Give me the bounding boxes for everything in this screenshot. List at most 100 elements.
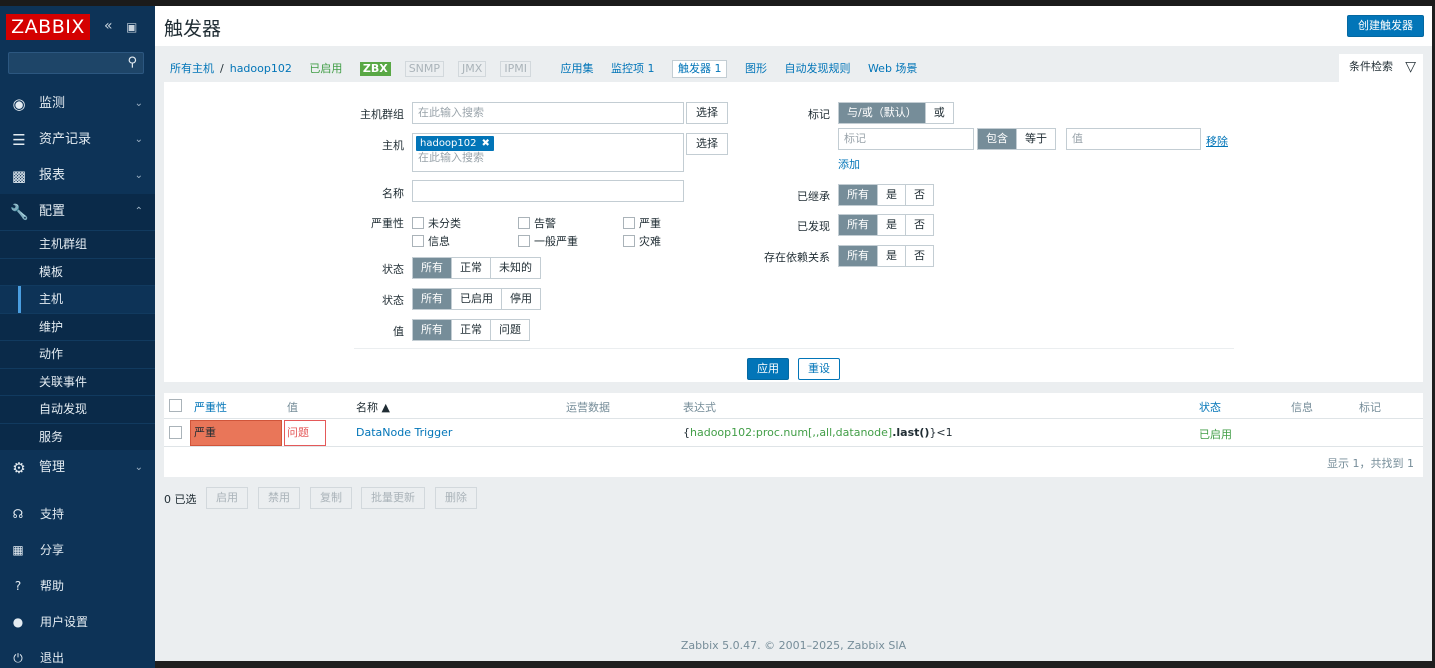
checkbox[interactable] [518,217,530,229]
menu-label: 分享 [40,543,65,557]
discovered-all[interactable]: 所有 [839,215,877,235]
breadcrumb-all-hosts[interactable]: 所有主机 [170,62,214,75]
checkbox[interactable] [412,217,424,229]
tag-op-equals[interactable]: 等于 [1016,129,1055,149]
state-unknown[interactable]: 未知的 [490,258,540,278]
depends-all[interactable]: 所有 [839,246,877,266]
remove-chip-icon[interactable]: ✖ [481,138,489,149]
menu-support[interactable]: ☊ 支持 [0,496,155,532]
nav-discovery-rules[interactable]: 自动发现规则 [784,62,850,75]
col-status[interactable]: 状态 [1199,399,1221,415]
tags-and-or[interactable]: 与/或（默认） [839,103,925,123]
gear-icon: ⚙ [12,459,26,477]
remove-tag-link[interactable]: 移除 [1206,133,1228,149]
nav-web-scenarios[interactable]: Web 场景 [868,62,917,75]
breadcrumb-host[interactable]: hadoop102 [230,62,292,75]
menu-configuration[interactable]: 🔧 配置 ⌃ [0,194,155,230]
menu-inventory[interactable]: ☰ 资产记录 ⌄ [0,122,155,158]
inherited-yes[interactable]: 是 [877,185,905,205]
state-normal[interactable]: 正常 [451,258,490,278]
submenu-actions[interactable]: 动作 [0,340,155,368]
apply-button[interactable]: 应用 [747,358,789,380]
menu-user-settings[interactable]: ● 用户设置 [0,604,155,640]
submenu-discovery[interactable]: 自动发现 [0,395,155,423]
row-checkbox[interactable] [169,426,182,439]
checkbox[interactable] [412,235,424,247]
discovered-yes[interactable]: 是 [877,215,905,235]
menu-help[interactable]: ? 帮助 [0,568,155,604]
delete-button[interactable]: 删除 [435,487,477,509]
depends-yes[interactable]: 是 [877,246,905,266]
submenu-hosts[interactable]: 主机 [0,285,155,313]
configuration-submenu: 主机群组 模板 主机 维护 动作 关联事件 自动发现 服务 [0,230,155,450]
tag-op-contains[interactable]: 包含 [978,129,1016,149]
status-enabled[interactable]: 已启用 [451,289,501,309]
severity-high[interactable]: 严重 [623,215,661,231]
select-all-checkbox[interactable] [169,399,182,412]
submenu-templates[interactable]: 模板 [0,257,155,286]
reset-button[interactable]: 重设 [798,358,840,380]
zabbix-logo[interactable]: ZABBIX [6,14,90,40]
disable-button[interactable]: 禁用 [258,487,300,509]
add-tag-link[interactable]: 添加 [838,156,860,172]
host-group-select-button[interactable]: 选择 [686,102,728,124]
inherited-all[interactable]: 所有 [839,185,877,205]
kiosk-mode-icon[interactable]: ▣ [126,20,137,34]
host-group-input[interactable]: 在此输入搜索 [412,102,684,124]
submenu-services[interactable]: 服务 [0,422,155,451]
discovered-no[interactable]: 否 [905,215,933,235]
depends-label: 存在依赖关系 [764,251,830,264]
nav-triggers[interactable]: 触发器 1 [671,60,728,78]
severity-information[interactable]: 信息 [412,233,450,249]
enable-button[interactable]: 启用 [206,487,248,509]
create-trigger-button[interactable]: 创建触发器 [1347,15,1424,37]
trigger-status-link[interactable]: 已启用 [1199,426,1232,442]
trigger-name-link[interactable]: DataNode Trigger [356,426,452,439]
checkbox[interactable] [518,235,530,247]
col-name[interactable]: 名称 ▲ [356,399,390,415]
checkbox[interactable] [623,235,635,247]
host-select-button[interactable]: 选择 [686,133,728,155]
filter-tab-label: 条件检索 [1349,60,1393,73]
value-problem[interactable]: 问题 [490,320,529,340]
filter-tab[interactable]: 条件检索 ▽ [1339,54,1423,82]
collapse-sidebar-icon[interactable]: « [104,18,113,34]
host-input[interactable]: hadoop102 ✖ 在此输入搜索 [412,133,684,172]
tag-name-input[interactable]: 标记 [838,128,974,150]
nav-applications[interactable]: 应用集 [560,62,593,75]
tags-or[interactable]: 或 [924,103,953,123]
depends-no[interactable]: 否 [905,246,933,266]
mass-update-button[interactable]: 批量更新 [361,487,425,509]
menu-sign-out[interactable]: ⏻ 退出 [0,640,155,668]
expr-item-link[interactable]: hadoop102:proc.num[,,all,datanode] [690,426,892,439]
state-all[interactable]: 所有 [413,258,451,278]
status-all[interactable]: 所有 [413,289,451,309]
sidebar-search-input[interactable]: ⚲ [8,52,144,74]
status-disabled[interactable]: 停用 [501,289,540,309]
severity-warning[interactable]: 告警 [518,215,556,231]
menu-administration[interactable]: ⚙ 管理 ⌄ [0,450,155,486]
submenu-event-correlation[interactable]: 关联事件 [0,367,155,396]
nav-graphs[interactable]: 图形 [745,62,767,75]
menu-share[interactable]: ▦ 分享 [0,532,155,568]
submenu-maintenance[interactable]: 维护 [0,312,155,341]
severity-not-classified[interactable]: 未分类 [412,215,461,231]
menu-monitoring[interactable]: ◉ 监测 ⌄ [0,86,155,122]
copy-button[interactable]: 复制 [310,487,352,509]
host-status-enabled[interactable]: 已启用 [309,62,342,75]
nav-items[interactable]: 监控项 1 [611,62,655,75]
severity-average[interactable]: 一般严重 [518,233,578,249]
inherited-no[interactable]: 否 [905,185,933,205]
col-severity[interactable]: 严重性 [194,399,227,415]
menu-reports[interactable]: ▩ 报表 ⌄ [0,158,155,194]
value-ok[interactable]: 正常 [451,320,490,340]
severity-disaster[interactable]: 灾难 [623,233,661,249]
value-all[interactable]: 所有 [413,320,451,340]
value-cell[interactable]: 问题 [284,420,326,446]
tag-value-input[interactable]: 值 [1066,128,1201,150]
search-icon[interactable]: ⚲ [127,55,137,70]
name-input[interactable] [412,180,684,202]
submenu-host-groups[interactable]: 主机群组 [0,230,155,258]
name-label: 名称 [382,187,404,200]
checkbox[interactable] [623,217,635,229]
